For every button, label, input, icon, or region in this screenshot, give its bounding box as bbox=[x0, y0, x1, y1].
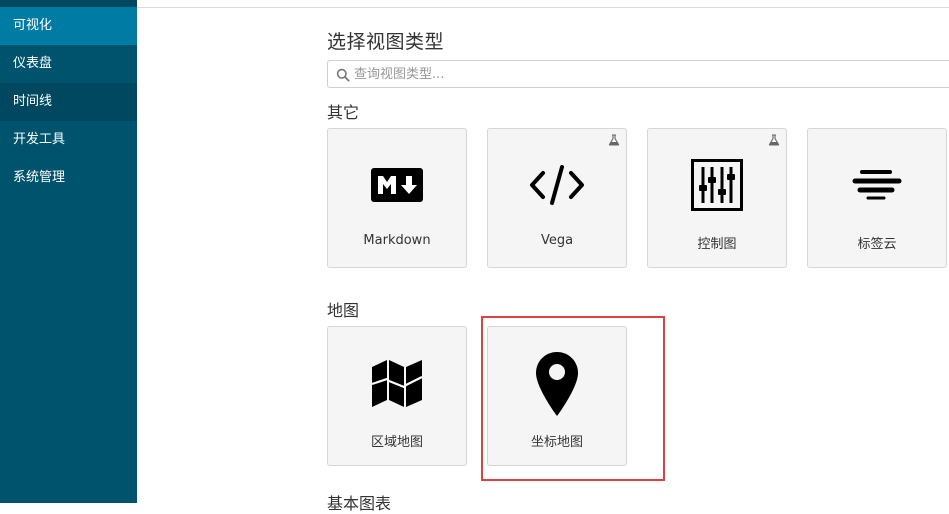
section-title-maps: 地图 bbox=[327, 301, 360, 320]
section-title-other: 其它 bbox=[327, 103, 360, 122]
sidebar-item-visualize[interactable]: 可视化 bbox=[0, 7, 137, 45]
sidebar-item-timeline[interactable]: 时间线 bbox=[0, 83, 137, 121]
sidebar-item-dev-tools[interactable]: 开发工具 bbox=[0, 121, 137, 159]
tag-cloud-icon bbox=[852, 170, 902, 200]
sliders-icon bbox=[691, 159, 743, 211]
card-label: Vega bbox=[540, 233, 574, 248]
search-icon bbox=[336, 68, 350, 82]
card-label: 控制图 bbox=[697, 237, 737, 252]
card-tag-cloud[interactable]: 标签云 bbox=[807, 128, 947, 268]
markdown-icon bbox=[371, 168, 423, 202]
sidebar-top-strip bbox=[0, 0, 137, 7]
beta-flask-icon bbox=[608, 134, 620, 146]
search-input[interactable] bbox=[354, 64, 934, 84]
card-markdown[interactable]: Markdown bbox=[327, 128, 467, 268]
card-label: 区域地图 bbox=[370, 435, 423, 450]
card-region-map[interactable]: 区域地图 bbox=[327, 326, 467, 466]
sidebar-item-dashboard[interactable]: 仪表盘 bbox=[0, 45, 137, 83]
search-box[interactable] bbox=[327, 60, 949, 88]
map-icon bbox=[371, 360, 423, 407]
top-divider bbox=[137, 7, 949, 8]
sidebar-item-management[interactable]: 系统管理 bbox=[0, 159, 137, 197]
card-control-chart[interactable]: 控制图 bbox=[647, 128, 787, 268]
sidebar: 可视化 仪表盘 时间线 开发工具 系统管理 bbox=[0, 0, 137, 503]
code-icon bbox=[530, 165, 584, 205]
card-label: Markdown bbox=[363, 233, 431, 248]
card-vega[interactable]: Vega bbox=[487, 128, 627, 268]
page-title: 选择视图类型 bbox=[327, 31, 445, 53]
card-label: 标签云 bbox=[857, 237, 897, 252]
highlight-box bbox=[481, 316, 665, 481]
beta-flask-icon bbox=[768, 134, 780, 146]
section-title-basic-charts: 基本图表 bbox=[327, 494, 392, 513]
